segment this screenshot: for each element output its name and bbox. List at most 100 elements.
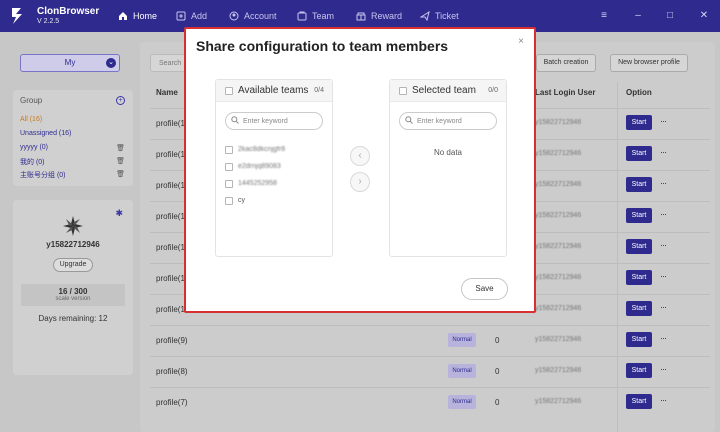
quota-value: 16 / 300 — [58, 287, 88, 296]
selected-search-input[interactable]: Enter keyword — [399, 112, 497, 130]
more-options-icon[interactable]: ··· — [660, 209, 667, 219]
menu-icon[interactable]: ≡ — [598, 10, 610, 22]
group-panel: Group + All (16) Unassigned (16) yyyyy (… — [13, 90, 133, 186]
available-teams-count: 0/4 — [314, 87, 324, 94]
group-item-mine[interactable]: 我的 (0) — [20, 157, 45, 167]
start-button[interactable]: Start — [626, 146, 652, 161]
group-item-unassigned[interactable]: Unassigned (16) — [20, 130, 71, 137]
last-login-user: y15822712946 — [535, 212, 582, 219]
open-count: 0 — [495, 367, 500, 376]
home-icon — [119, 12, 127, 20]
group-item-yyyyy[interactable]: yyyyy (0) — [20, 144, 48, 151]
status-badge: Normal — [448, 395, 476, 409]
search-icon — [231, 116, 239, 124]
move-left-button[interactable]: ‹ — [350, 146, 370, 166]
close-icon[interactable]: × — [518, 36, 524, 47]
move-right-button[interactable]: › — [350, 172, 370, 192]
status-badge: Normal — [448, 364, 476, 378]
start-button[interactable]: Start — [626, 208, 652, 223]
gear-icon[interactable]: ✱ — [115, 208, 123, 219]
table-row: profile(8) Normal 0 y15822712946 Start ··· — [150, 356, 710, 387]
share-config-dialog: Share configuration to team members × Av… — [184, 27, 536, 313]
profile-name: profile(1 — [156, 119, 185, 128]
nav-home[interactable]: Home — [118, 0, 157, 32]
days-remaining: Days remaining: 12 — [38, 314, 108, 323]
new-browser-profile-button[interactable]: New browser profile — [610, 54, 688, 72]
more-options-icon[interactable]: ··· — [660, 333, 667, 343]
team-checkbox[interactable] — [225, 146, 233, 154]
open-count: 0 — [495, 336, 500, 345]
group-item-main-account[interactable]: 主账号分组 (0) — [20, 170, 66, 180]
last-login-user: y15822712946 — [535, 367, 582, 374]
team-checkbox[interactable] — [225, 163, 233, 171]
option-divider — [617, 82, 618, 432]
save-button[interactable]: Save — [461, 278, 508, 300]
quota-box: 16 / 300 scale version — [21, 284, 125, 306]
last-login-user: y15822712946 — [535, 274, 582, 281]
start-button[interactable]: Start — [626, 332, 652, 347]
trash-icon[interactable]: 🗑 — [116, 144, 125, 152]
start-button[interactable]: Start — [626, 177, 652, 192]
account-icon — [229, 11, 239, 21]
team-icon — [297, 11, 307, 21]
chevron-down-icon: ⌄ — [106, 58, 116, 68]
my-dropdown[interactable]: My ⌄ — [20, 54, 120, 72]
add-group-icon[interactable]: + — [116, 96, 125, 105]
more-options-icon[interactable]: ··· — [660, 178, 667, 188]
minimize-icon[interactable]: – — [632, 10, 644, 22]
start-button[interactable]: Start — [626, 115, 652, 130]
profile-name: profile(9) — [156, 336, 188, 345]
profile-name: profile(1 — [156, 243, 185, 252]
upgrade-button[interactable]: Upgrade — [53, 258, 93, 272]
sidebar: My ⌄ Group + All (16) Unassigned (16) yy… — [8, 42, 133, 432]
column-option: Option — [626, 88, 652, 97]
profile-name: profile(1 — [156, 150, 185, 159]
more-options-icon[interactable]: ··· — [660, 395, 667, 405]
start-button[interactable]: Start — [626, 239, 652, 254]
profile-name: profile(1 — [156, 274, 185, 283]
last-login-user: y15822712946 — [535, 119, 582, 126]
window-close-icon[interactable]: ✕ — [698, 10, 710, 22]
profile-name: profile(1 — [156, 212, 185, 221]
more-options-icon[interactable]: ··· — [660, 116, 667, 126]
more-options-icon[interactable]: ··· — [660, 240, 667, 250]
trash-icon[interactable]: 🗑 — [116, 170, 125, 178]
empty-state: No data — [433, 148, 463, 157]
trash-icon[interactable]: 🗑 — [116, 157, 125, 165]
more-options-icon[interactable]: ··· — [660, 147, 667, 157]
selected-team-count: 0/0 — [488, 87, 498, 94]
profile-name: profile(8) — [156, 367, 188, 376]
add-icon — [176, 11, 186, 21]
quota-caption: scale version — [55, 296, 91, 302]
available-search-input[interactable]: Enter keyword — [225, 112, 323, 130]
maximize-icon[interactable]: □ — [664, 10, 676, 22]
username: y15822712946 — [46, 240, 100, 249]
start-button[interactable]: Start — [626, 301, 652, 316]
clonbrowser-logo-icon — [12, 8, 22, 24]
batch-creation-button[interactable]: Batch creation — [536, 54, 596, 72]
profile-name: profile(1 — [156, 305, 185, 314]
last-login-user: y15822712946 — [535, 305, 582, 312]
select-all-available-checkbox[interactable] — [225, 87, 233, 95]
column-name: Name — [156, 88, 178, 97]
selected-team-panel: Selected team 0/0 Enter keyword No data — [389, 79, 507, 257]
team-checkbox[interactable] — [225, 197, 233, 205]
start-button[interactable]: Start — [626, 270, 652, 285]
group-item-all[interactable]: All (16) — [20, 116, 42, 123]
start-button[interactable]: Start — [626, 363, 652, 378]
available-teams-header: Available teams 0/4 — [216, 80, 332, 102]
more-options-icon[interactable]: ··· — [660, 302, 667, 312]
search-icon — [405, 116, 413, 124]
more-options-icon[interactable]: ··· — [660, 364, 667, 374]
column-last-login: Last Login User — [535, 88, 596, 97]
selected-team-title: Selected team — [412, 85, 476, 96]
last-login-user: y15822712946 — [535, 398, 582, 405]
start-button[interactable]: Start — [626, 394, 652, 409]
user-card: ✱ y15822712946 Upgrade 16 / 300 scale ve… — [13, 200, 133, 375]
last-login-user: y15822712946 — [535, 336, 582, 343]
more-options-icon[interactable]: ··· — [660, 271, 667, 281]
team-checkbox[interactable] — [225, 180, 233, 188]
dialog-title: Share configuration to team members — [196, 38, 449, 54]
select-all-selected-checkbox[interactable] — [399, 87, 407, 95]
reward-icon — [356, 12, 366, 21]
